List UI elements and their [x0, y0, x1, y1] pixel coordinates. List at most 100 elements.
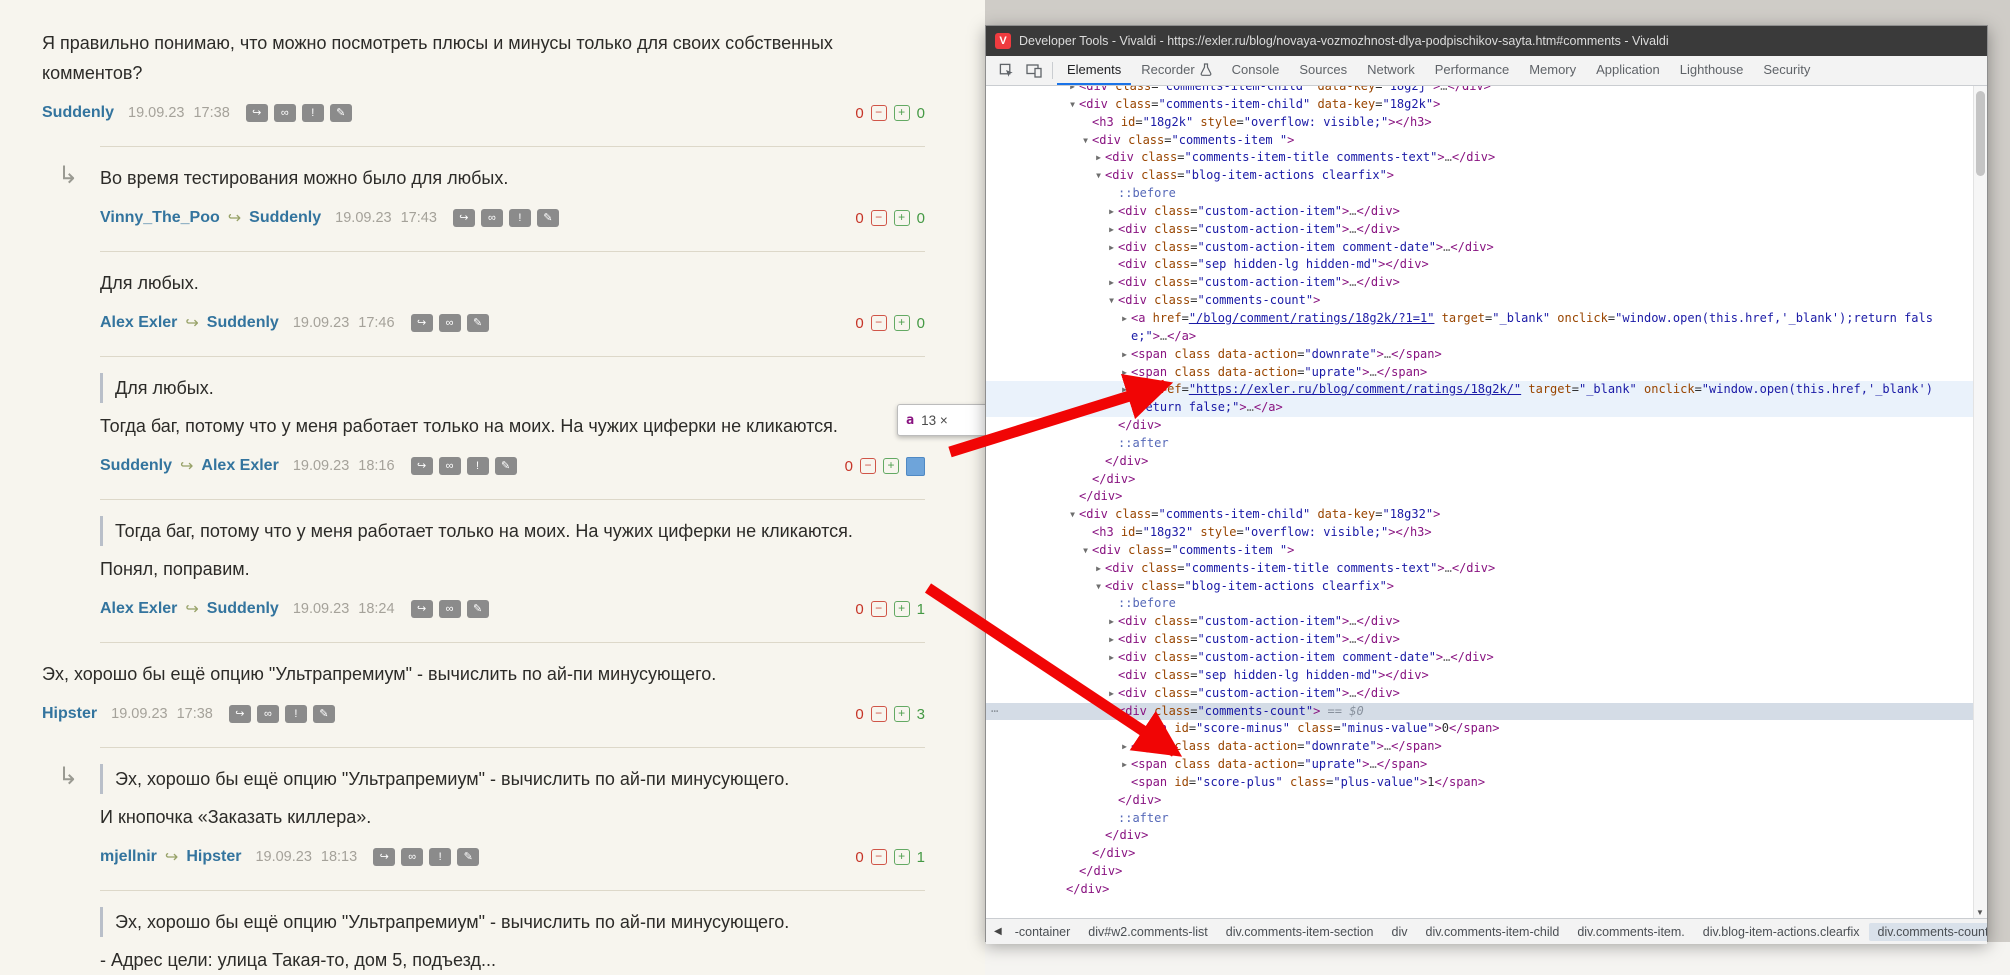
- dom-tree-line[interactable]: ::after: [986, 810, 1987, 828]
- dom-tree-line[interactable]: ▶<div class="custom-action-item">…</div>: [986, 274, 1987, 292]
- dom-tree-line[interactable]: </div>: [986, 417, 1987, 435]
- expand-open-icon[interactable]: ▼: [1092, 167, 1105, 185]
- author-link[interactable]: Alex Exler: [100, 600, 177, 618]
- expand-closed-icon[interactable]: ▶: [1105, 685, 1118, 703]
- expand-closed-icon[interactable]: ▶: [1105, 631, 1118, 649]
- downvote-button[interactable]: −: [871, 706, 887, 722]
- expand-open-icon[interactable]: ▼: [1066, 96, 1079, 114]
- author-link[interactable]: Vinny_The_Poo: [100, 209, 220, 227]
- expand-open-icon[interactable]: ▼: [1092, 578, 1105, 596]
- downvote-button[interactable]: −: [860, 458, 876, 474]
- dom-tree-line[interactable]: </div>: [986, 863, 1987, 881]
- expand-closed-icon[interactable]: ▶: [1118, 738, 1131, 756]
- tab-lighthouse[interactable]: Lighthouse: [1670, 56, 1754, 85]
- parent-author-link[interactable]: Alex Exler: [201, 457, 278, 475]
- expand-closed-icon[interactable]: ▶: [1118, 381, 1131, 399]
- upvote-button[interactable]: +: [894, 105, 910, 121]
- dom-tree-line[interactable]: ::before: [986, 595, 1987, 613]
- expand-closed-icon[interactable]: ▶: [1118, 310, 1131, 328]
- dom-tree-line[interactable]: ::after: [986, 435, 1987, 453]
- tab-application[interactable]: Application: [1586, 56, 1670, 85]
- tab-network[interactable]: Network: [1357, 56, 1425, 85]
- downvote-button[interactable]: −: [871, 210, 887, 226]
- upvote-button[interactable]: +: [894, 315, 910, 331]
- dom-tree-line[interactable]: ▶<span class data-action="uprate">…</spa…: [986, 756, 1987, 774]
- link-icon[interactable]: ∞: [481, 209, 503, 227]
- expand-closed-icon[interactable]: ▶: [1118, 364, 1131, 382]
- dom-tree-line[interactable]: ▶<a href="https://exler.ru/blog/comment/…: [986, 381, 1987, 399]
- plus-count-link[interactable]: 0: [917, 315, 925, 332]
- dom-tree-line[interactable]: ▶<div class="custom-action-item">…</div>: [986, 685, 1987, 703]
- dom-tree-line[interactable]: <div class="sep hidden-lg hidden-md"></d…: [986, 667, 1987, 685]
- dom-tree-line[interactable]: <h3 id="18g32" style="overflow: visible;…: [986, 524, 1987, 542]
- breadcrumb-item[interactable]: div.comments-count: [1869, 923, 1987, 941]
- parent-author-link[interactable]: Hipster: [186, 848, 241, 866]
- breadcrumb-item[interactable]: -container: [1006, 923, 1080, 941]
- dom-tree-line[interactable]: </div>: [986, 453, 1987, 471]
- devtools-titlebar[interactable]: V Developer Tools - Vivaldi - https://ex…: [986, 26, 1987, 56]
- dom-tree-line[interactable]: ▶<div class="custom-action-item">…</div>: [986, 203, 1987, 221]
- upvote-button[interactable]: +: [894, 706, 910, 722]
- scrollbar-thumb[interactable]: [1976, 91, 1985, 176]
- expand-closed-icon[interactable]: ▶: [1092, 149, 1105, 167]
- link-icon[interactable]: ∞: [401, 848, 423, 866]
- tab-memory[interactable]: Memory: [1519, 56, 1586, 85]
- dom-tree-line[interactable]: ▶<div class="custom-action-item">…</div>: [986, 631, 1987, 649]
- dom-tree-line[interactable]: ▶<span class data-action="downrate">…</s…: [986, 346, 1987, 364]
- expand-open-icon[interactable]: ▼: [1105, 292, 1118, 310]
- edit-icon[interactable]: ✎: [330, 104, 352, 122]
- device-toolbar-icon[interactable]: [1020, 56, 1048, 85]
- plus-count-link[interactable]: 3: [917, 706, 925, 723]
- dom-tree-line[interactable]: ▼<div class="comments-item ">: [986, 542, 1987, 560]
- dom-tree-line[interactable]: e;">…</a>: [986, 328, 1987, 346]
- dom-tree-line[interactable]: </div>: [986, 845, 1987, 863]
- downvote-button[interactable]: −: [871, 601, 887, 617]
- expand-closed-icon[interactable]: ▶: [1092, 560, 1105, 578]
- dom-tree-line[interactable]: ▶<div class="comments-item-title comment…: [986, 560, 1987, 578]
- reply-icon[interactable]: ↪: [373, 848, 395, 866]
- edit-icon[interactable]: ✎: [313, 705, 335, 723]
- breadcrumb-item[interactable]: div#w2.comments-list: [1079, 923, 1216, 941]
- downvote-button[interactable]: −: [871, 849, 887, 865]
- author-link[interactable]: Suddenly: [100, 457, 172, 475]
- dom-tree-line[interactable]: ▶<span class data-action="downrate">…</s…: [986, 738, 1987, 756]
- dom-tree-line[interactable]: ▶<div class="custom-action-item">…</div>: [986, 613, 1987, 631]
- reply-icon[interactable]: ↪: [229, 705, 251, 723]
- inspect-element-icon[interactable]: [992, 56, 1020, 85]
- expand-closed-icon[interactable]: ▶: [1105, 613, 1118, 631]
- link-icon[interactable]: ∞: [439, 600, 461, 618]
- plus-count-link[interactable]: 1: [917, 601, 925, 618]
- link-icon[interactable]: ∞: [257, 705, 279, 723]
- breadcrumb-item[interactable]: div.blog-item-actions.clearfix: [1694, 923, 1869, 941]
- dom-tree-line[interactable]: ▼<div class="comments-item-child" data-k…: [986, 96, 1987, 114]
- expand-closed-icon[interactable]: ▶: [1066, 86, 1079, 96]
- report-icon[interactable]: !: [302, 104, 324, 122]
- report-icon[interactable]: !: [509, 209, 531, 227]
- dom-tree-line[interactable]: ⋯▼<div class="comments-count"> == $0: [986, 703, 1987, 721]
- author-link[interactable]: mjellnir: [100, 848, 157, 866]
- author-link[interactable]: Suddenly: [42, 104, 114, 122]
- author-link[interactable]: Alex Exler: [100, 314, 177, 332]
- dom-tree-line[interactable]: </div>: [986, 792, 1987, 810]
- reply-icon[interactable]: ↪: [453, 209, 475, 227]
- dom-tree-line[interactable]: ▶<div class="comments-item-title comment…: [986, 149, 1987, 167]
- downvote-button[interactable]: −: [871, 315, 887, 331]
- dom-tree-line[interactable]: </div>: [986, 827, 1987, 845]
- breadcrumb-item[interactable]: div: [1383, 923, 1417, 941]
- dom-tree-line[interactable]: <div class="sep hidden-lg hidden-md"></d…: [986, 256, 1987, 274]
- edit-icon[interactable]: ✎: [537, 209, 559, 227]
- plus-count-link[interactable]: 0: [917, 210, 925, 227]
- expand-open-icon[interactable]: ▼: [1066, 506, 1079, 524]
- dom-tree-line[interactable]: ▶<div class="comments-item-child" data-k…: [986, 86, 1987, 96]
- dom-tree-line[interactable]: ▶<a href="/blog/comment/ratings/18g2k/?1…: [986, 310, 1987, 328]
- expand-open-icon[interactable]: ▼: [1105, 703, 1118, 721]
- dom-tree-line[interactable]: </div>: [986, 471, 1987, 489]
- expand-closed-icon[interactable]: ▶: [1118, 346, 1131, 364]
- reply-icon[interactable]: ↪: [411, 314, 433, 332]
- link-icon[interactable]: ∞: [439, 314, 461, 332]
- dom-tree-line[interactable]: ▶<span class data-action="uprate">…</spa…: [986, 364, 1987, 382]
- dom-tree-line[interactable]: ▼<div class="comments-item-child" data-k…: [986, 506, 1987, 524]
- parent-author-link[interactable]: Suddenly: [249, 209, 321, 227]
- expand-closed-icon[interactable]: ▶: [1105, 649, 1118, 667]
- edit-icon[interactable]: ✎: [457, 848, 479, 866]
